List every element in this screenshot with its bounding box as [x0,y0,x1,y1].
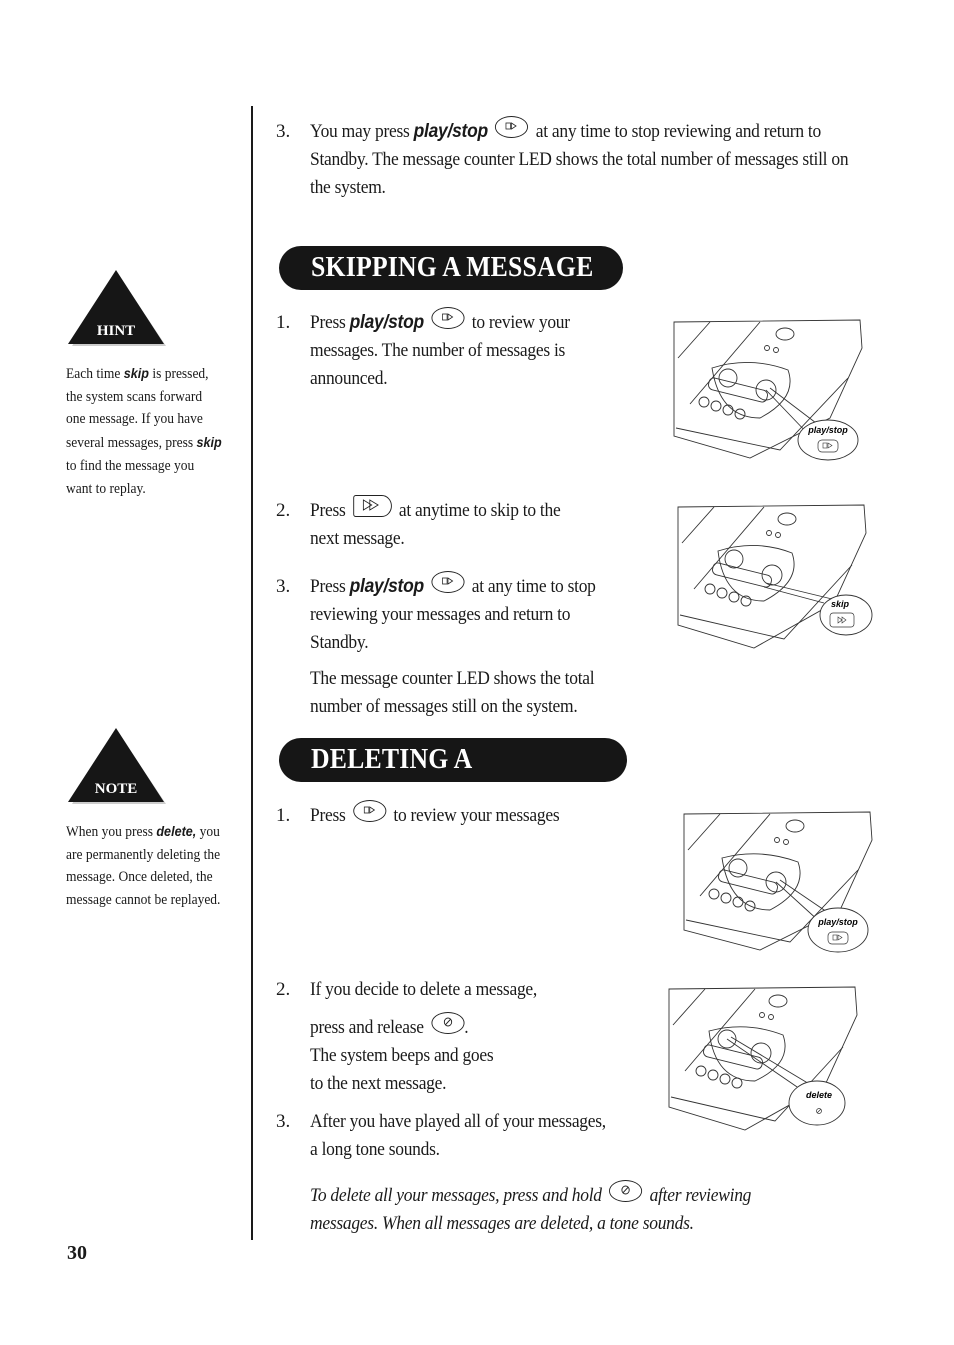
delete-keyword: delete, [156,823,197,839]
skip-step-1: Press play/stop to review your messages. … [310,306,641,393]
skip-step-2: Press at anytime to skip to the next mess… [310,494,641,553]
delete-all-tip: To delete all your messages, press and h… [310,1179,862,1238]
column-divider [251,106,253,1240]
hint-label: HINT [97,323,135,339]
play-stop-icon [495,115,529,138]
step-number: 2. [276,500,291,521]
skip-icon [352,494,392,517]
hint-text: Each time skip is pressed, the system sc… [66,365,222,497]
section-heading-skipping: SKIPPING A MESSAGE [279,246,623,290]
play-stop-keyword: play/stop [349,312,425,333]
step-number: 3. [276,121,291,142]
play-stop-icon [431,306,465,329]
skip-keyword: skip [196,434,222,451]
step-number: 1. [276,312,291,333]
callout-label: play/stop [817,917,858,927]
phone-illustration-delete: delete [668,986,858,1131]
delete-step-3: After you have played all of your messag… [310,1111,606,1160]
step-number: 3. [276,576,291,597]
phone-illustration-play-stop: play/stop [673,319,863,461]
callout-label: skip [831,599,850,609]
skip-keyword: skip [123,365,149,381]
play-stop-keyword: play/stop [413,121,489,142]
step-text-line: Standby. The message counter LED shows t… [310,149,849,170]
step-number: 2. [276,979,291,1000]
callout-label: delete [806,1090,832,1100]
note-badge: NOTE [68,728,166,804]
delete-icon [431,1011,465,1034]
delete-step-1: Press to review your messages [310,799,641,830]
step-number: 3. [276,1111,291,1132]
note-text: When you press delete, you are permanent… [66,823,221,909]
step-text: You may press [310,121,410,142]
hint-badge: HINT [68,270,166,346]
note-label: NOTE [95,781,138,797]
play-stop-icon [431,570,465,593]
step-number: 1. [276,805,291,826]
step-text-line: the system. [310,177,386,198]
top-step-text: You may press play/stop at any time to st… [310,115,899,202]
page-number: 30 [67,1242,87,1264]
section-heading-deleting: DELETING A MESSAGE [279,738,627,819]
phone-illustration-skip: skip [677,504,873,649]
play-stop-keyword: play/stop [349,576,425,597]
skip-step-3: Press play/stop at any time to stop revie… [310,570,660,721]
callout-label: play/stop [807,425,848,435]
play-stop-icon [352,799,387,822]
delete-icon [609,1179,643,1202]
delete-step-2: If you decide to delete a message, press… [310,979,537,1094]
phone-illustration-play-stop-2: play/stop [683,811,873,953]
